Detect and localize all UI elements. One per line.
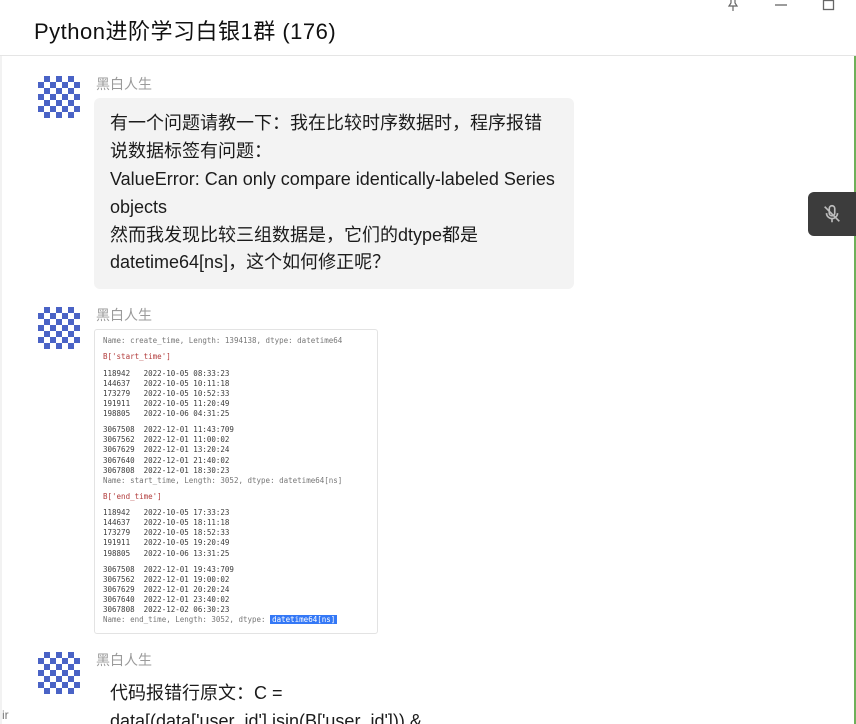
message: 黑白人生 代码报错行原文：C = data[(data['user_id'].i… [12, 648, 844, 724]
console-footer: Name: end_time, Length: 3052, dtype: dat… [103, 615, 369, 625]
console-row: 3067629 2022-12-01 13:20:24 [103, 445, 369, 455]
console-row: 144637 2022-10-05 10:11:18 [103, 379, 369, 389]
console-row: 3067808 2022-12-01 18:30:23 [103, 466, 369, 476]
mute-toggle[interactable] [808, 192, 856, 236]
title-bar: Python进阶学习白银1群 (176) [0, 0, 856, 56]
console-expr: B['start_time'] [103, 352, 369, 362]
sender-name: 黑白人生 [94, 305, 844, 325]
console-row: 198805 2022-10-06 04:31:25 [103, 409, 369, 419]
sender-name: 黑白人生 [94, 650, 844, 670]
console-row: 144637 2022-10-05 18:11:18 [103, 518, 369, 528]
pin-icon[interactable] [726, 0, 740, 12]
console-row: 3067629 2022-12-01 20:20:24 [103, 585, 369, 595]
avatar[interactable] [38, 76, 80, 118]
avatar[interactable] [38, 307, 80, 349]
console-row: 173279 2022-10-05 18:52:33 [103, 528, 369, 538]
message: 黑白人生 Name: create_time, Length: 1394138,… [12, 303, 844, 648]
message: 黑白人生 有一个问题请教一下：我在比较时序数据时，程序报错说数据标签有问题： V… [12, 72, 844, 303]
maximize-icon[interactable] [822, 0, 836, 12]
console-header: Name: create_time, Length: 1394138, dtyp… [103, 336, 369, 346]
console-row: 198805 2022-10-06 13:31:25 [103, 549, 369, 559]
console-footer: Name: start_time, Length: 3052, dtype: d… [103, 476, 369, 486]
console-row: 191911 2022-10-05 11:20:49 [103, 399, 369, 409]
console-row: 118942 2022-10-05 08:33:23 [103, 369, 369, 379]
image-attachment[interactable]: Name: create_time, Length: 1394138, dtyp… [94, 329, 378, 634]
console-row: 3067562 2022-12-01 11:00:02 [103, 435, 369, 445]
message-bubble[interactable]: 代码报错行原文：C = data[(data['user_id'].isin(B… [94, 674, 574, 724]
console-row: 191911 2022-10-05 19:20:49 [103, 538, 369, 548]
mic-muted-icon [821, 203, 843, 225]
chat-scroll[interactable]: 黑白人生 有一个问题请教一下：我在比较时序数据时，程序报错说数据标签有问题： V… [12, 56, 844, 724]
console-row: 3067508 2022-12-01 11:43:709 [103, 425, 369, 435]
sender-name: 黑白人生 [94, 74, 844, 94]
console-row: 3067640 2022-12-01 21:40:02 [103, 456, 369, 466]
message-bubble[interactable]: 有一个问题请教一下：我在比较时序数据时，程序报错说数据标签有问题： ValueE… [94, 98, 574, 289]
chat-title: Python进阶学习白银1群 (176) [34, 14, 336, 46]
avatar[interactable] [38, 652, 80, 694]
minimize-icon[interactable] [774, 0, 788, 12]
console-expr: B['end_time'] [103, 492, 369, 502]
left-edge [0, 0, 2, 724]
watermark-fragment: ir [0, 708, 9, 724]
console-row: 3067508 2022-12-01 19:43:709 [103, 565, 369, 575]
window-buttons [726, 0, 836, 12]
console-row: 173279 2022-10-05 10:52:33 [103, 389, 369, 399]
console-row: 3067562 2022-12-01 19:00:02 [103, 575, 369, 585]
console-row: 3067808 2022-12-02 06:30:23 [103, 605, 369, 615]
console-row: 118942 2022-10-05 17:33:23 [103, 508, 369, 518]
console-row: 3067640 2022-12-01 23:40:02 [103, 595, 369, 605]
